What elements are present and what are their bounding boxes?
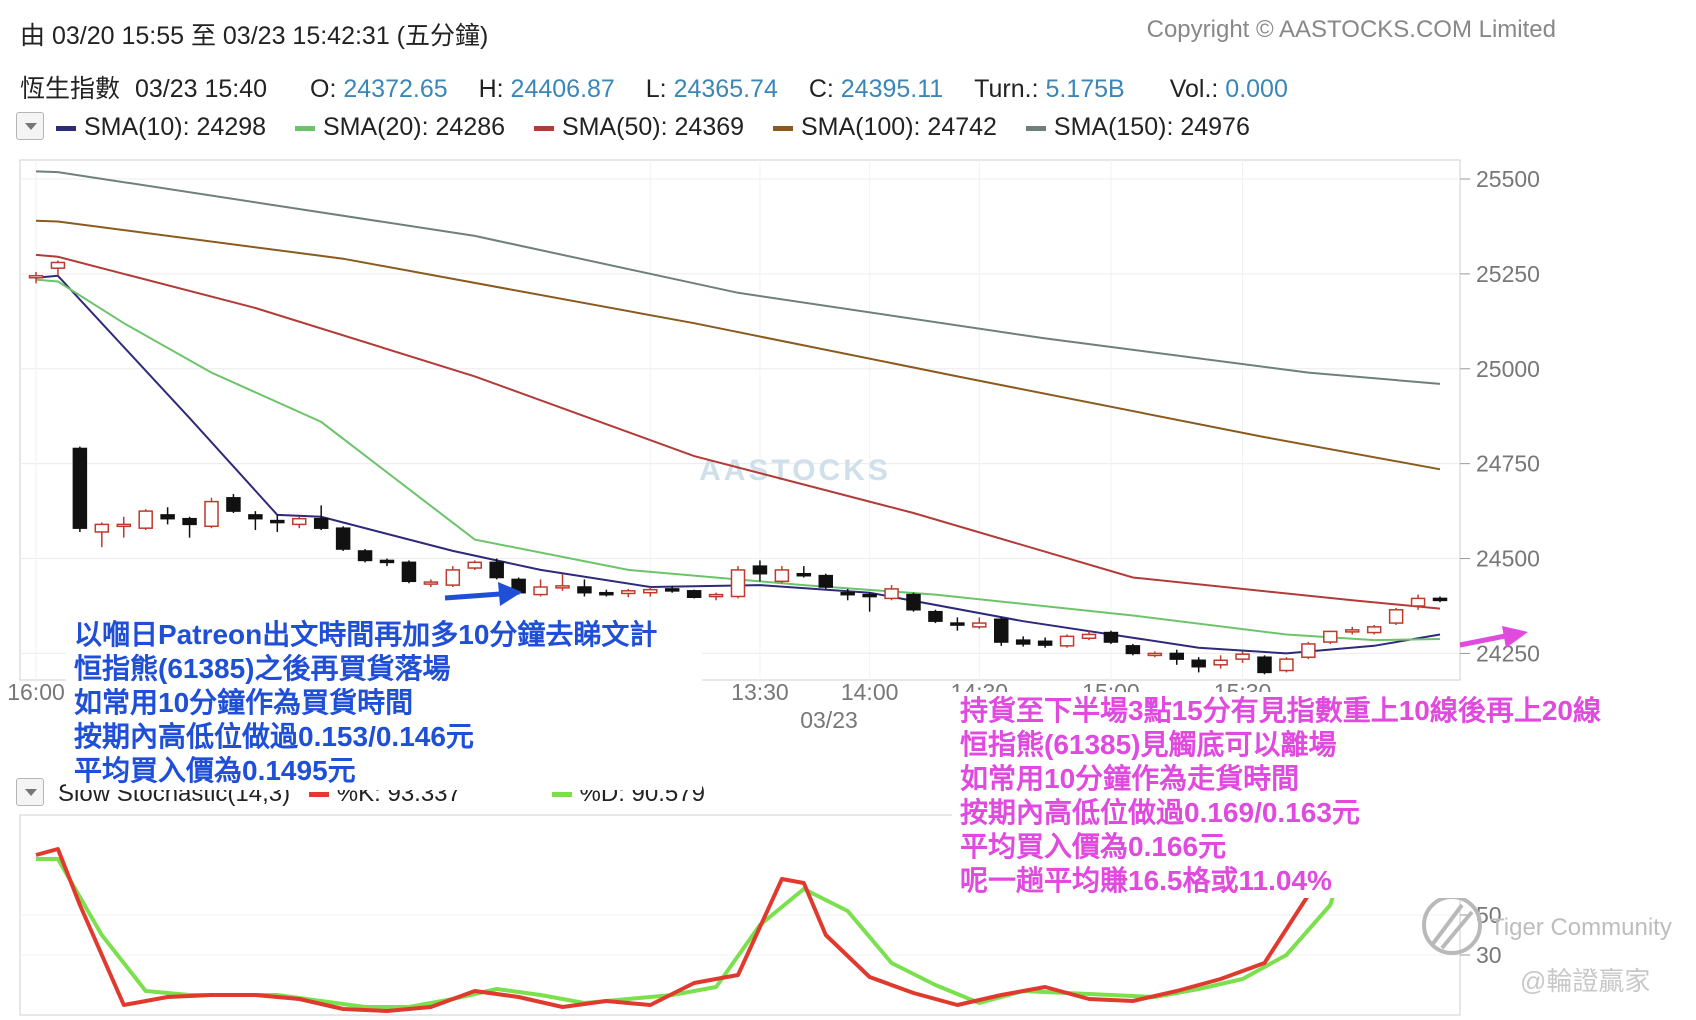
buy-annotation: 以嗰日Patreon出文時間再加多10分鐘去睇文計 恒指熊(61385)之後再買…	[66, 616, 702, 790]
stoch-y-tick-label: 30	[1476, 942, 1502, 968]
buy-note-line: 按期內高低位做過0.153/0.146元	[74, 721, 474, 752]
sell-note-line: 如常用10分鐘作為走貨時間	[960, 763, 1300, 794]
tiger-community-logo: Tiger Community	[1422, 895, 1672, 955]
stoch-grid	[20, 914, 1460, 956]
sell-annotation: 持貨至下半場3點15分有見指數重上10線後再上20線 恒指熊(61385)見觸底…	[952, 692, 1646, 898]
sell-note-line: 恒指熊(61385)見觸底可以離場	[960, 729, 1337, 760]
tiger-community-text: Tiger Community	[1490, 914, 1672, 941]
buy-note-line: 以嗰日Patreon出文時間再加多10分鐘去睇文計	[74, 619, 658, 650]
buy-note-line: 恒指熊(61385)之後再買貨落場	[74, 653, 451, 684]
sell-note-line: 平均買入價為0.166元	[960, 831, 1227, 862]
sell-note-line: 呢一趟平均賺16.5格或11.04%	[960, 865, 1332, 896]
author-watermark: @輪證贏家	[1520, 966, 1650, 996]
sell-note-line: 持貨至下半場3點15分有見指數重上10線後再上20線	[960, 695, 1602, 726]
buy-note-line: 如常用10分鐘作為買貨時間	[74, 687, 414, 718]
buy-note-line: 平均買入價為0.1495元	[74, 755, 356, 786]
sell-note-line: 按期內高低位做過0.169/0.163元	[960, 797, 1360, 828]
